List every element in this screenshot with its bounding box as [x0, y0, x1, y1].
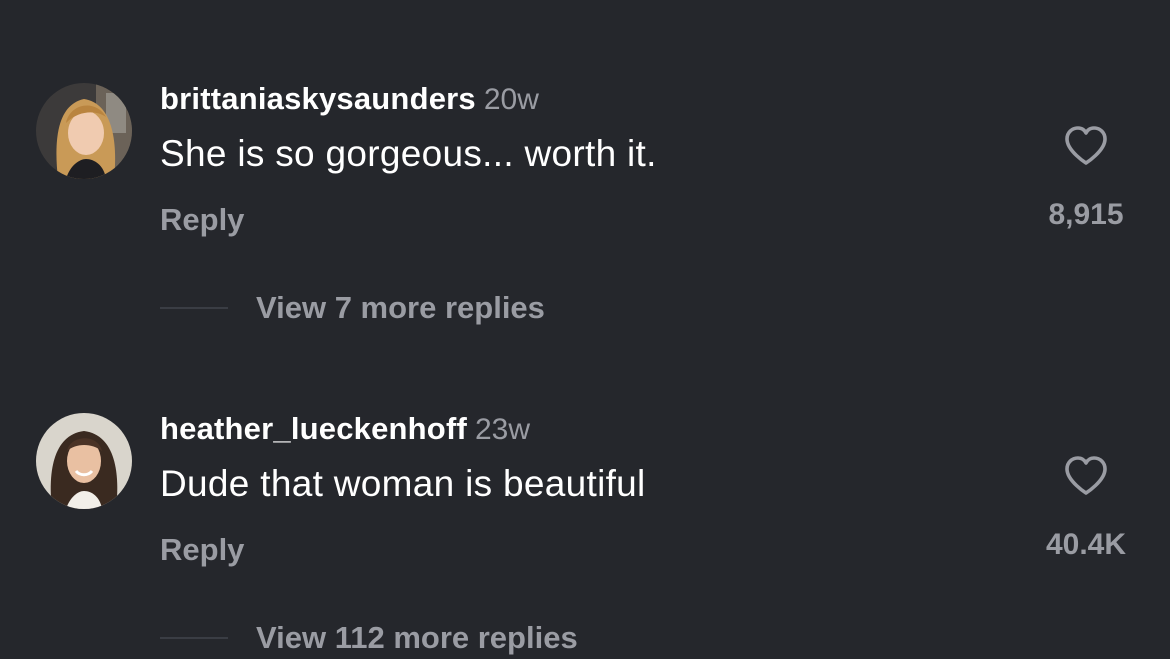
like-count: 8,915: [1048, 198, 1124, 231]
reply-button[interactable]: Reply: [160, 200, 244, 240]
comment-header: heather_lueckenhoff 23w: [160, 411, 531, 447]
avatar-image: [36, 83, 132, 179]
replies-divider: [160, 307, 228, 309]
view-more-replies-button[interactable]: View 112 more replies: [160, 618, 578, 658]
comment-item: heather_lueckenhoff 23w Dude that woman i…: [0, 411, 1170, 655]
view-more-replies-label: View 112 more replies: [256, 620, 578, 655]
comment-text: She is so gorgeous... worth it.: [160, 133, 657, 174]
comment-header: brittaniaskysaunders 20w: [160, 81, 539, 117]
avatar[interactable]: [36, 83, 132, 179]
comment-text: Dude that woman is beautiful: [160, 463, 646, 504]
username[interactable]: heather_lueckenhoff: [160, 411, 467, 446]
like-button[interactable]: 8,915: [1030, 122, 1142, 242]
comment-item: brittaniaskysaunders 20w She is so gorgeo…: [0, 81, 1170, 325]
avatar-image: [36, 413, 132, 509]
avatar[interactable]: [36, 413, 132, 509]
replies-divider: [160, 637, 228, 639]
reply-button[interactable]: Reply: [160, 530, 244, 570]
view-more-replies-label: View 7 more replies: [256, 290, 545, 325]
username[interactable]: brittaniaskysaunders: [160, 81, 476, 116]
heart-outline-icon: [1065, 126, 1107, 165]
timestamp: 20w: [483, 83, 539, 116]
heart-outline-icon: [1065, 456, 1107, 495]
like-count: 40.4K: [1045, 528, 1127, 561]
like-button[interactable]: 40.4K: [1030, 452, 1142, 572]
timestamp: 23w: [475, 413, 531, 446]
view-more-replies-button[interactable]: View 7 more replies: [160, 288, 545, 328]
